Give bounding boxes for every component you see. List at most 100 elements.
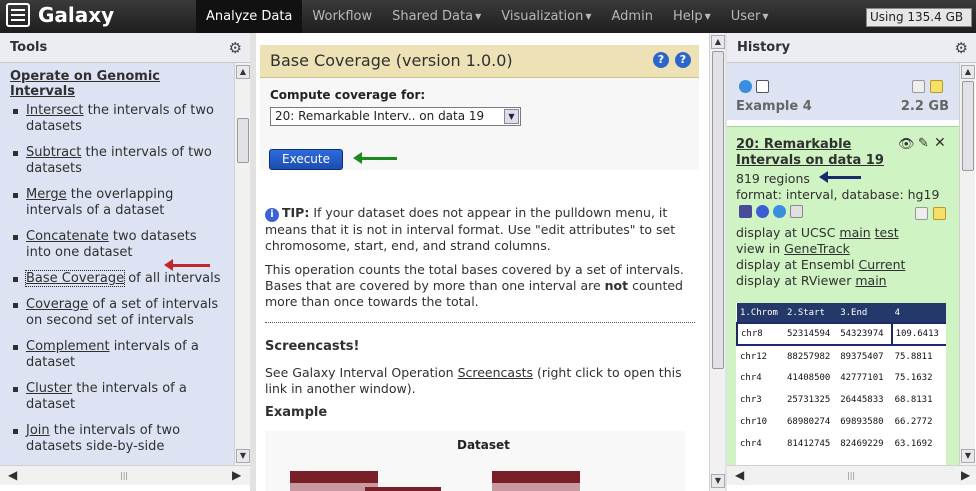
ensembl-current-link[interactable]: Current: [858, 257, 905, 272]
example-interval-bar: [365, 487, 441, 491]
nav-analyze-data[interactable]: Analyze Data: [196, 0, 303, 33]
tool-link-merge[interactable]: Merge: [26, 187, 67, 202]
peek-cell: 88257982: [787, 351, 831, 362]
history-horizontal-scrollbar[interactable]: ◀ ||| ▶: [727, 465, 976, 485]
peek-cell: 42777101: [840, 373, 884, 383]
peek-column-header: 3.End: [837, 303, 892, 323]
dataset-title[interactable]: 20: Remarkable Intervals on data 19: [736, 137, 896, 169]
example-interval-bar: [492, 483, 580, 491]
history-vertical-scrollbar[interactable]: ▲ ▼: [959, 63, 975, 465]
quota-meter[interactable]: Using 135.4 GB: [866, 8, 972, 27]
screencasts-text-start: See Galaxy Interval Operation: [265, 365, 458, 380]
tip-paragraph: i TIP: If your dataset does not appear in…: [265, 205, 695, 254]
scroll-up-icon[interactable]: ▲: [236, 65, 250, 79]
nav-help-label: Help: [672, 9, 703, 24]
nav-workflow[interactable]: Workflow: [302, 0, 382, 33]
tools-vertical-scrollbar[interactable]: ▲ ▼: [234, 63, 250, 465]
peek-row: chr4 41408500 42777101 75.1632: [737, 367, 946, 389]
refresh-icon[interactable]: [739, 80, 752, 93]
info-icon[interactable]: [756, 205, 769, 218]
scroll-down-icon[interactable]: ▼: [711, 474, 725, 488]
example-image-title: Dataset: [457, 438, 510, 452]
help-question-icon[interactable]: ?: [653, 52, 669, 68]
tool-link-base-coverage[interactable]: Base Coverage: [24, 270, 126, 287]
peek-row: chr3 25731325 26445833 68.8131: [737, 389, 946, 411]
nav-shared-data[interactable]: Shared Data ▼: [382, 0, 491, 33]
scroll-thumb[interactable]: [962, 81, 974, 171]
field-label: Compute coverage for:: [270, 88, 426, 102]
peek-cell: 75.8811: [894, 351, 933, 362]
scroll-right-icon[interactable]: ▶: [232, 468, 241, 482]
scroll-right-icon[interactable]: ▶: [961, 468, 970, 482]
history-name[interactable]: Example 4: [736, 99, 812, 114]
ucsc-test-link[interactable]: test: [875, 225, 899, 240]
annotation-icon[interactable]: [930, 80, 943, 93]
main-nav: Analyze Data Workflow Shared Data ▼ Visua…: [196, 0, 779, 33]
tool-link-intersect[interactable]: Intersect: [26, 103, 84, 118]
tool-link-join[interactable]: Join: [26, 423, 50, 438]
annotation-icon[interactable]: [933, 207, 946, 220]
peek-cell: 109.6413: [891, 322, 946, 346]
execute-button[interactable]: Execute: [269, 149, 343, 170]
tool-form-title: Base Coverage (version 1.0.0): [270, 51, 513, 70]
tag-icon[interactable]: [915, 207, 928, 220]
pencil-icon[interactable]: ✎: [918, 136, 929, 151]
galaxy-logo[interactable]: Galaxy: [6, 3, 114, 27]
visualize-icon[interactable]: [790, 205, 803, 218]
dataset-select[interactable]: 20: Remarkable Interv.. on data 19 ▼: [270, 107, 521, 126]
tool-link-subtract[interactable]: Subtract: [26, 145, 81, 160]
rviewer-main-link[interactable]: main: [855, 273, 886, 288]
tool-link-concatenate[interactable]: Concatenate: [26, 229, 109, 244]
nav-help[interactable]: Help ▼: [663, 0, 721, 33]
scroll-thumb[interactable]: [237, 118, 249, 163]
peek-column-header: 2.Start: [784, 303, 838, 323]
rerun-icon[interactable]: [773, 205, 786, 218]
galaxy-logo-icon: [6, 3, 30, 27]
nav-admin[interactable]: Admin: [602, 0, 663, 33]
nav-visualization[interactable]: Visualization ▼: [491, 0, 601, 33]
peek-row: chr10 68980274 69893580 66.2772: [737, 411, 946, 433]
tool-link-cluster[interactable]: Cluster: [26, 381, 72, 396]
grip-icon: |||: [847, 471, 856, 480]
center-vertical-scrollbar[interactable]: ▲ ▼: [709, 33, 725, 491]
gear-icon[interactable]: ⚙: [955, 33, 968, 63]
tool-link-complement[interactable]: Complement: [26, 339, 110, 354]
chevron-down-icon[interactable]: ▼: [504, 109, 519, 124]
screencasts-link[interactable]: Screencasts: [458, 365, 533, 380]
history-size: 2.2 GB: [900, 99, 949, 114]
scroll-left-icon[interactable]: ◀: [8, 468, 17, 482]
scroll-left-icon[interactable]: ◀: [735, 468, 744, 482]
tools-horizontal-scrollbar[interactable]: ◀ ||| ▶: [0, 465, 250, 485]
scroll-down-icon[interactable]: ▼: [961, 449, 975, 463]
scroll-up-icon[interactable]: ▲: [961, 65, 975, 79]
tool-link-coverage[interactable]: Coverage: [26, 297, 88, 312]
eye-icon[interactable]: 👁: [898, 137, 915, 152]
display-ensembl: display at Ensembl Current: [736, 257, 905, 272]
delete-icon[interactable]: ✕: [934, 135, 946, 151]
collapse-icon[interactable]: [756, 80, 769, 93]
tool-item-base-coverage: Base Coverage of all intervals: [10, 270, 224, 287]
tool-section-title[interactable]: Operate on Genomic Intervals: [10, 69, 224, 99]
scroll-up-icon[interactable]: ▲: [711, 35, 725, 49]
genetrack-link[interactable]: GeneTrack: [784, 241, 850, 256]
scroll-down-icon[interactable]: ▼: [236, 449, 250, 463]
caret-down-icon: ▼: [585, 12, 592, 21]
save-icon[interactable]: [739, 205, 752, 218]
help-divider: [265, 322, 695, 323]
peek-row: chr8 52314594 54323974 109.6413: [736, 322, 946, 346]
peek-row: chr4 81412745 82469229 63.1692: [737, 433, 946, 455]
nav-user[interactable]: User ▼: [721, 0, 779, 33]
peek-cell: 69893580: [840, 417, 884, 427]
peek-cell: 81412745: [787, 439, 831, 449]
ucsc-main-link[interactable]: main: [839, 225, 870, 240]
scroll-thumb[interactable]: [712, 51, 724, 369]
history-summary: Example 4 2.2 GB: [727, 63, 959, 120]
center-panel: Base Coverage (version 1.0.0) ? ? Comput…: [256, 33, 708, 491]
display-ucsc: display at UCSC main test: [736, 225, 899, 240]
options-question-icon[interactable]: ?: [675, 52, 691, 68]
tag-icon[interactable]: [912, 80, 925, 93]
display-rviewer-label: display at RViewer: [736, 273, 856, 288]
example-interval-bar: [492, 471, 580, 483]
peek-cell: 66.2772: [894, 417, 933, 427]
gear-icon[interactable]: ⚙: [229, 33, 242, 63]
